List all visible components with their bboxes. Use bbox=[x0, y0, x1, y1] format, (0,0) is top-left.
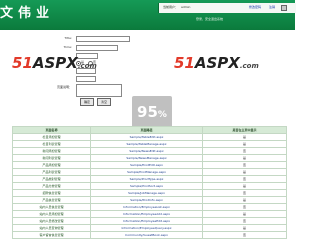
table-row[interactable]: 站内人员修改管理 Information/EmployeeEdit.aspx 否 bbox=[12, 217, 287, 225]
show-on-home: 是 bbox=[202, 168, 287, 176]
col-show-home: 是否在主页中显示 bbox=[202, 126, 287, 134]
site-title: 文伟业 bbox=[0, 6, 55, 21]
page-path[interactable]: Sample/ProdInfo.aspx bbox=[90, 196, 203, 204]
reset-button[interactable]: 清空 bbox=[97, 98, 111, 106]
page-path[interactable]: Sample/ProdEdit.aspx bbox=[90, 161, 203, 169]
show-on-home: 是 bbox=[202, 210, 287, 218]
page-name: 招聘信息管理 bbox=[12, 189, 91, 197]
table-row[interactable]: 站内人员查询管理 Information/EmployeeQuery.aspx 是 bbox=[12, 224, 287, 232]
show-on-home: 是 bbox=[202, 182, 287, 190]
logout-link[interactable]: 注销 bbox=[269, 6, 275, 9]
page-name: 产品分类管理 bbox=[12, 182, 91, 190]
page-name: 产品信息管理 bbox=[12, 196, 91, 204]
show-on-home: 否 bbox=[202, 231, 287, 239]
table-row[interactable]: 站内人员信息管理 Information/EmployeeList.aspx 否 bbox=[12, 203, 287, 211]
time-input[interactable] bbox=[76, 45, 118, 51]
page-name: 客户留言信息管理 bbox=[12, 231, 91, 239]
app-header: 文伟业 当前用户： admin 修改密码 注销 登录，安全退出系统 bbox=[0, 0, 296, 30]
show-on-home: 是 bbox=[202, 133, 287, 141]
page-path[interactable]: Sample/ProdManage.aspx bbox=[90, 168, 203, 176]
title-input[interactable] bbox=[76, 36, 130, 42]
progress-sign: % bbox=[157, 110, 167, 120]
show-on-home: 是 bbox=[202, 196, 287, 204]
page-name: 产品添加管理 bbox=[12, 161, 91, 169]
page-name: 站内人员添加管理 bbox=[12, 210, 91, 218]
page-name: 栏目添加管理 bbox=[12, 133, 91, 141]
table-row[interactable]: 栏目添加管理 Sample/TableEdit.aspx 是 bbox=[12, 133, 287, 141]
watermark-right: 51ASPX.com bbox=[174, 54, 259, 72]
show-on-home: 是 bbox=[202, 154, 287, 162]
change-password-link[interactable]: 修改密码 bbox=[249, 6, 261, 9]
page-name: 新闻列表管理 bbox=[12, 154, 91, 162]
table-row[interactable]: 招聘信息管理 Sample/JobManage.aspx 否 bbox=[12, 189, 287, 197]
row5-input[interactable] bbox=[76, 76, 96, 82]
content-label: 页面说明： bbox=[56, 85, 72, 89]
page-name: 产品类别管理 bbox=[12, 175, 91, 183]
show-on-home: 否 bbox=[202, 175, 287, 183]
show-on-home: 否 bbox=[202, 147, 287, 155]
page-path[interactable]: Sample/JobManage.aspx bbox=[90, 189, 203, 197]
table-row[interactable]: 新闻添加管理 Sample/NewsEdit.aspx 否 bbox=[12, 147, 287, 155]
page-path[interactable]: Community/GuestBook.aspx bbox=[90, 231, 203, 239]
table-row[interactable]: 产品添加管理 Sample/ProdEdit.aspx 否 bbox=[12, 161, 287, 169]
table-header-row: 页面名称 页面路径 是否在主页中显示 bbox=[12, 126, 287, 134]
user-info-bar: 当前用户： admin 修改密码 注销 bbox=[158, 3, 296, 13]
content-textarea[interactable] bbox=[76, 84, 122, 97]
page-path[interactable]: Sample/ProdType.aspx bbox=[90, 175, 203, 183]
page-name: 站内人员查询管理 bbox=[12, 224, 91, 232]
current-user: admin bbox=[181, 5, 191, 9]
col-page-path: 页面路径 bbox=[90, 126, 203, 134]
page-path[interactable]: Sample/TableManage.aspx bbox=[90, 140, 203, 148]
progress-overlay: 95% bbox=[132, 96, 172, 128]
page-name: 栏目列表管理 bbox=[12, 140, 91, 148]
page-path[interactable]: Sample/ProdSort.aspx bbox=[90, 182, 203, 190]
page-name: 新闻添加管理 bbox=[12, 147, 91, 155]
show-on-home: 否 bbox=[202, 161, 287, 169]
progress-value: 95 bbox=[137, 103, 158, 121]
table-row[interactable]: 产品类别管理 Sample/ProdType.aspx 否 bbox=[12, 175, 287, 183]
close-icon[interactable] bbox=[281, 5, 287, 11]
table-row[interactable]: 产品分类管理 Sample/ProdSort.aspx 是 bbox=[12, 182, 287, 190]
header-subtext: 登录，安全退出系统 bbox=[196, 17, 224, 21]
table-row[interactable]: 产品信息管理 Sample/ProdInfo.aspx 是 bbox=[12, 196, 287, 204]
page-path[interactable]: Sample/NewsManage.aspx bbox=[90, 154, 203, 162]
watermark-left: 51ASPX.com bbox=[12, 54, 97, 72]
pages-table: 页面名称 页面路径 是否在主页中显示 栏目添加管理 Sample/TableEdi… bbox=[12, 126, 287, 239]
page-name: 站内人员信息管理 bbox=[12, 203, 91, 211]
show-on-home: 否 bbox=[202, 217, 287, 225]
account-label: 当前用户： bbox=[163, 5, 179, 9]
show-on-home: 是 bbox=[202, 224, 287, 232]
page-name: 站内人员修改管理 bbox=[12, 217, 91, 225]
page-path[interactable]: Information/EmployeeEdit.aspx bbox=[90, 217, 203, 225]
page-path[interactable]: Information/EmployeeList.aspx bbox=[90, 203, 203, 211]
table-row[interactable]: 客户留言信息管理 Community/GuestBook.aspx 否 bbox=[12, 231, 287, 239]
title-label: Title: bbox=[64, 36, 72, 40]
page-path[interactable]: Information/EmployeeAdd.aspx bbox=[90, 210, 203, 218]
time-label: Time: bbox=[63, 45, 72, 49]
show-on-home: 是 bbox=[202, 140, 287, 148]
table-row[interactable]: 栏目列表管理 Sample/TableManage.aspx 是 bbox=[12, 140, 287, 148]
submit-button[interactable]: 确定 bbox=[80, 98, 94, 106]
show-on-home: 否 bbox=[202, 189, 287, 197]
page-path[interactable]: Sample/NewsEdit.aspx bbox=[90, 147, 203, 155]
show-on-home: 否 bbox=[202, 203, 287, 211]
page-name: 产品列表管理 bbox=[12, 168, 91, 176]
page-path[interactable]: Information/EmployeeQuery.aspx bbox=[90, 224, 203, 232]
page-path[interactable]: Sample/TableEdit.aspx bbox=[90, 133, 203, 141]
col-page-name: 页面名称 bbox=[12, 126, 91, 134]
table-row[interactable]: 产品列表管理 Sample/ProdManage.aspx 是 bbox=[12, 168, 287, 176]
table-row[interactable]: 站内人员添加管理 Information/EmployeeAdd.aspx 是 bbox=[12, 210, 287, 218]
table-row[interactable]: 新闻列表管理 Sample/NewsManage.aspx 是 bbox=[12, 154, 287, 162]
